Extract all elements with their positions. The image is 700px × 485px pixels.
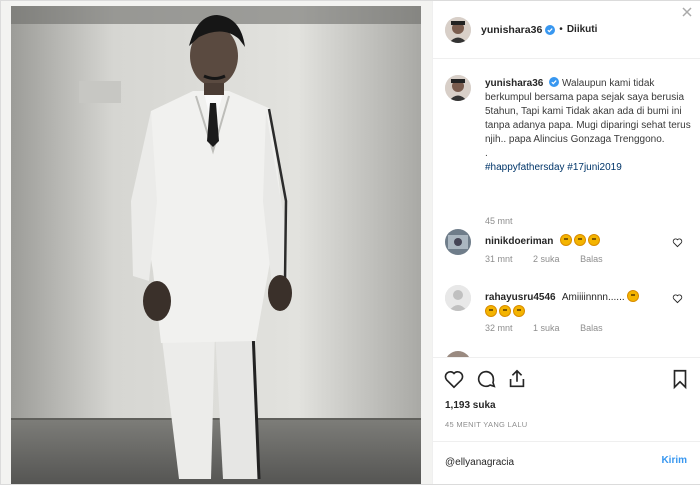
comment-time: 31 mnt — [485, 254, 513, 264]
reply-button[interactable]: Balas — [580, 323, 603, 333]
comment-like-count[interactable]: 1 suka — [533, 323, 560, 333]
comment-like-count[interactable]: 2 suka — [533, 254, 560, 264]
comment-text: rahayusru4546 Amiiiinnnn...... — [485, 290, 675, 320]
comments-list[interactable]: yunishara36 Walaupun kami tidak berkumpu… — [433, 59, 700, 357]
heart-outline-icon[interactable] — [672, 293, 683, 304]
caption-timestamp: 45 mnt — [485, 216, 513, 226]
sad-emoji-icon — [627, 290, 640, 302]
caption-username[interactable]: yunishara36 — [485, 78, 543, 89]
follow-status-button[interactable]: Diikuti — [567, 24, 598, 35]
bookmark-icon[interactable] — [669, 368, 691, 390]
weary-emoji-icon — [560, 234, 573, 246]
sad-emoji-icon — [513, 305, 525, 317]
post-sidebar: yunishara36 • Diikuti yunishara36 Walaup… — [432, 1, 700, 484]
post-timestamp: 45 MENIT YANG LALU — [445, 420, 528, 429]
comment-meta: 31 mnt 2 suka Balas — [485, 254, 621, 264]
comment-icon[interactable] — [475, 368, 497, 390]
comment-time: 32 mnt — [485, 323, 513, 333]
add-comment-bar: Kirim — [433, 441, 700, 484]
caption-text-block: yunishara36 Walaupun kami tidak berkumpu… — [485, 77, 699, 175]
post-author-username[interactable]: yunishara36 — [481, 24, 542, 36]
avatar[interactable] — [445, 75, 471, 101]
post-header: yunishara36 • Diikuti — [433, 1, 700, 59]
sad-emoji-icon — [499, 305, 511, 317]
verified-badge-icon — [545, 24, 556, 35]
comment-meta: 32 mnt 1 suka Balas — [485, 323, 621, 333]
avatar[interactable] — [445, 16, 471, 43]
weary-emoji-icon — [588, 234, 601, 246]
caption-hashtags[interactable]: #happyfathersday #17juni2019 — [485, 162, 622, 173]
comment-text: ninikdoeriman — [485, 234, 675, 249]
comment-input[interactable] — [445, 452, 645, 472]
comment-username[interactable]: ninikdoeriman — [485, 236, 553, 247]
heart-outline-icon[interactable] — [672, 237, 683, 248]
share-icon[interactable] — [506, 368, 528, 390]
reply-button[interactable]: Balas — [580, 254, 603, 264]
post-comment-button[interactable]: Kirim — [661, 455, 687, 466]
weary-emoji-icon — [574, 234, 587, 246]
heart-icon[interactable] — [443, 368, 465, 390]
post-actions: 1,193 suka 45 MENIT YANG LALU — [433, 357, 700, 441]
post-photo[interactable] — [1, 1, 432, 484]
sad-emoji-icon — [485, 305, 497, 317]
like-count[interactable]: 1,193 suka — [445, 400, 496, 411]
photo-image — [1, 1, 432, 484]
post-modal: yunishara36 • Diikuti yunishara36 Walaup… — [0, 0, 700, 485]
separator-dot: • — [559, 24, 563, 35]
avatar[interactable] — [445, 285, 471, 311]
verified-badge-icon — [549, 77, 560, 87]
avatar[interactable] — [445, 229, 471, 255]
comment-username[interactable]: rahayusru4546 — [485, 292, 556, 303]
comment-body: Amiiiinnnn...... — [561, 292, 625, 303]
caption-dot: . — [485, 148, 488, 159]
